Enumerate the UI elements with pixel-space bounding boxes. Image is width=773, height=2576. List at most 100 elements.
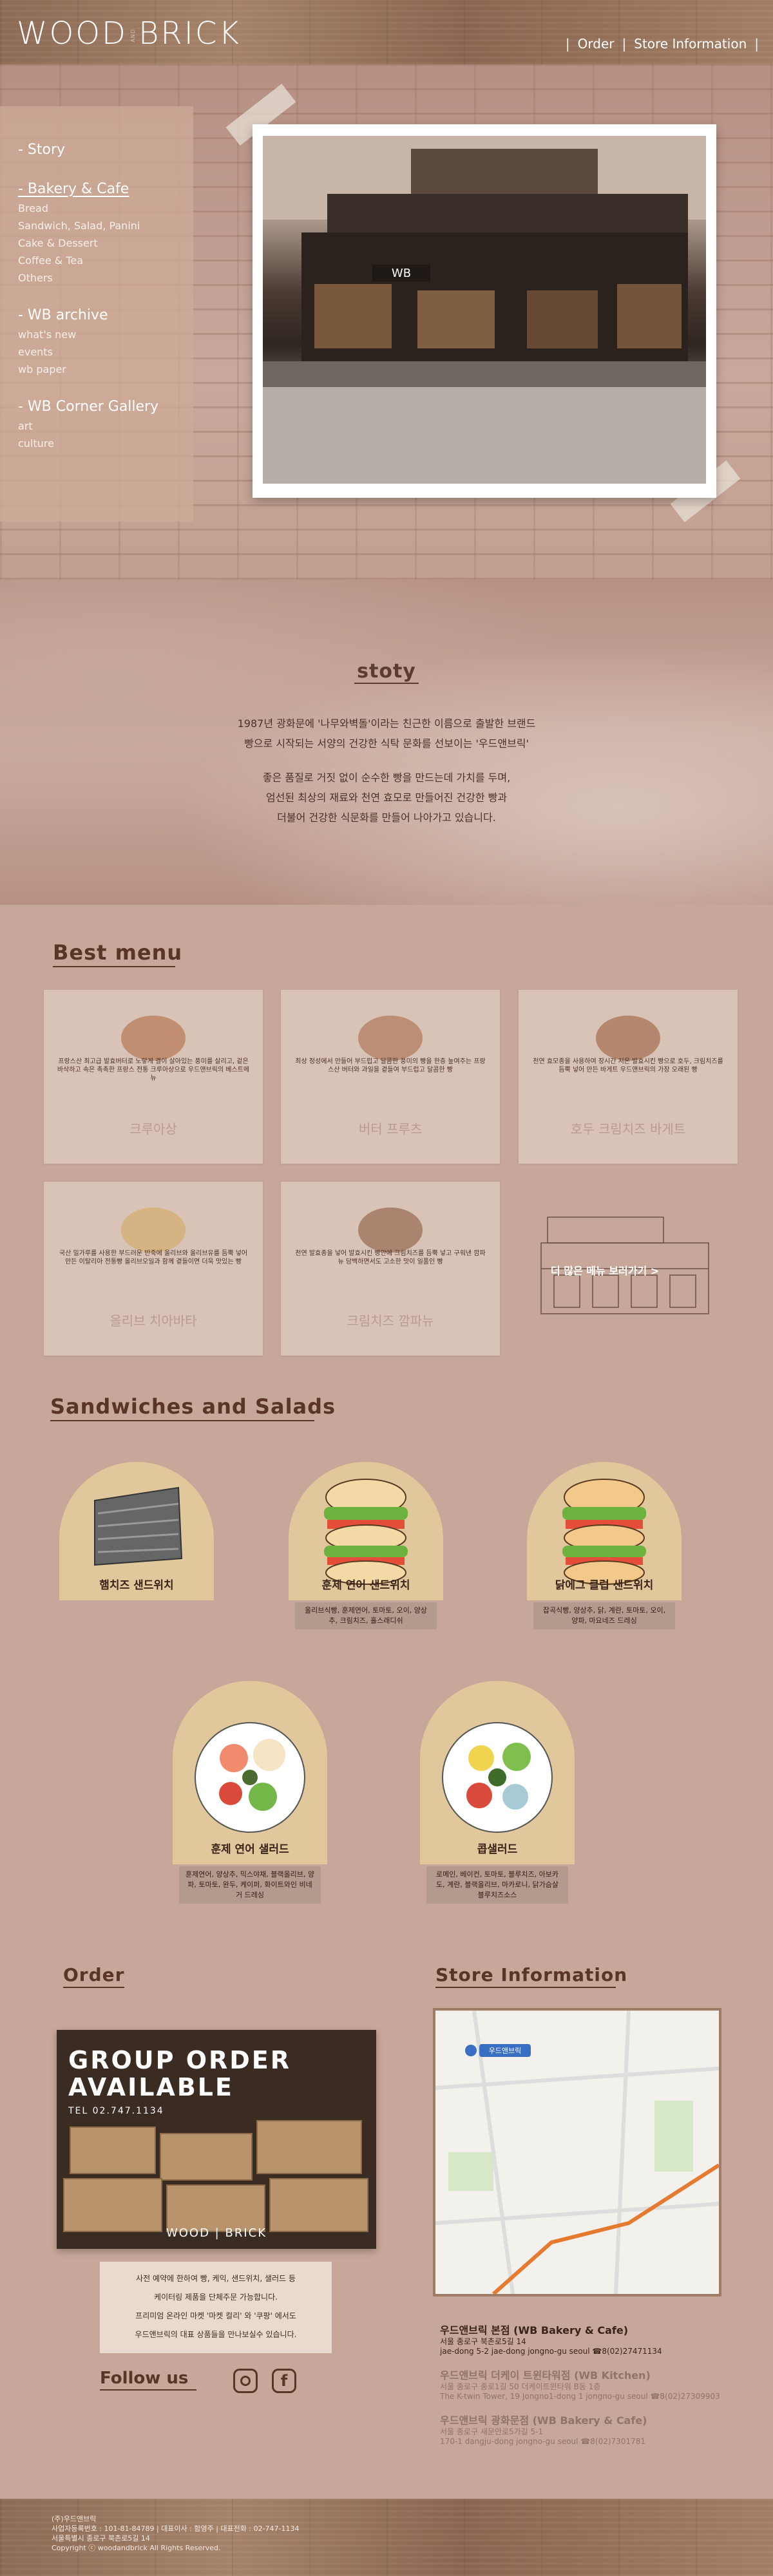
menu-card[interactable]: 천연 발효종을 넣어 발효시킨 빵안에 크림치즈를 듬뿍 넣고 구워낸 깜파뉴 … (281, 1182, 500, 1356)
group-order-banner[interactable]: GROUP ORDER AVAILABLE TEL 02.747.1134 WO… (57, 2030, 376, 2249)
bread-image (596, 1016, 660, 1061)
order-line: 케이터링 제품을 단체주문 가능합니다. (154, 2293, 278, 2302)
store-illustration: WB (263, 136, 706, 484)
banner-tel: TEL 02.747.1134 (68, 2106, 164, 2116)
store-list: 우드앤브릭 본점 (WB Bakery & Cafe) 서울 종로구 북촌로5길… (440, 2322, 736, 2457)
menu-item-bread[interactable]: Bread (18, 202, 193, 214)
box-image (70, 2126, 156, 2174)
menu-title-gallery[interactable]: - WB Corner Gallery (18, 399, 193, 415)
store-item: 우드앤브릭 광화문점 (WB Bakery & Cafe) 서울 종로구 새문안… (440, 2412, 736, 2447)
footer-line: 서울특별시 종로구 북촌로5길 14 (52, 2534, 150, 2543)
store-item: 우드앤브릭 더케이 트윈타워점 (WB Kitchen) 서울 종로구 종로1길… (440, 2367, 736, 2401)
store-address: 서울 종로구 새문안로5가길 5-1 (440, 2427, 544, 2436)
nav-separator: | (565, 36, 570, 52)
sandwich-item[interactable]: 훈제 연어 샌드위치 올리브식빵, 훈제연어, 토마토, 오이, 양상추, 크림… (289, 1462, 443, 1629)
menu-title-archive[interactable]: - WB archive (18, 307, 193, 323)
salad-item[interactable]: 콥샐러드 로메인, 베이컨, 토마토, 블루치즈, 아보카도, 계란, 블랙올리… (420, 1681, 575, 1904)
menu-item-whats-new[interactable]: what's new (18, 328, 193, 341)
store-item: 우드앤브릭 본점 (WB Bakery & Cafe) 서울 종로구 북촌로5길… (440, 2322, 736, 2356)
bread-image (358, 1208, 423, 1253)
logo-and: AND (129, 28, 136, 43)
sandwiches-title: Sandwiches and Salads (50, 1394, 336, 1421)
sandwich-name: 훈제 연어 샌드위치 (321, 1579, 410, 1592)
story-text: 1987년 광화문에 '나무와벽돌'이라는 친근한 이름으로 출발한 브랜드 빵… (193, 714, 580, 828)
side-menu: - Story - Bakery & Cafe Bread Sandwich, … (0, 106, 193, 522)
store-address: 서울 종로구 종로1길 50 더케이트윈타워 B동 1층 (440, 2382, 601, 2391)
menu-item-cake[interactable]: Cake & Dessert (18, 237, 193, 249)
order-description: 사전 예약에 한하여 빵, 케익, 샌드위치, 샐러드 등 케이터링 제품을 단… (100, 2262, 332, 2353)
cobb-salad-image (442, 1722, 553, 1833)
order-line: 사전 예약에 한하여 빵, 케익, 샌드위치, 샐러드 등 (136, 2274, 296, 2283)
site-footer: (주)우드앤브릭 사업자등록번호 : 101-81-84789 | 대표이사 :… (0, 2499, 773, 2576)
sandwich-desc: 잡곡식빵, 양상추, 닭, 계란, 토마토, 오이, 양파, 마요네즈 드레싱 (533, 1602, 675, 1629)
menu-card-name: 올리브 치아바타 (110, 1313, 197, 1329)
box-image (63, 2178, 162, 2232)
store-name: 우드앤브릭 광화문점 (WB Bakery & Cafe) (440, 2414, 647, 2427)
store-address-en: jae-dong 5-2 jae-dong jongno-gu seoul ☎8… (440, 2347, 662, 2356)
footer-line: Copyright ⓒ woodandbrick All Rights Rese… (52, 2544, 221, 2552)
bread-image (121, 1208, 186, 1253)
menu-card[interactable]: 천연 효모종을 사용하여 장시간 저온 발효시킨 빵으로 호두, 크림치즈를 듬… (519, 990, 738, 1164)
story-title: stoty (0, 660, 773, 684)
menu-card-name: 호두 크림치즈 바게트 (570, 1121, 686, 1137)
sandwich-name: 닭에그 클럽 샌드위치 (555, 1579, 654, 1592)
best-menu-title: Best menu (53, 940, 182, 967)
store-name: 우드앤브릭 본점 (WB Bakery & Cafe) (440, 2324, 629, 2336)
banner-title: GROUP ORDER AVAILABLE (68, 2046, 292, 2101)
nav-store-information[interactable]: Store Information (634, 36, 747, 52)
instagram-icon[interactable] (233, 2369, 258, 2393)
menu-title-bakery-cafe[interactable]: - Bakery & Cafe (18, 181, 193, 197)
story-line: 빵으로 시작되는 서양의 건강한 식탁 문화를 선보이는 '우드앤브릭' (244, 737, 529, 750)
menu-card[interactable]: 국산 밀가루를 사용한 부드러운 반죽에 올리브와 올리브유를 듬뿍 넣어 만든… (44, 1182, 263, 1356)
store-address-en: The K-twin Tower, 19 Jongno1-dong 1 jong… (440, 2392, 720, 2401)
menu-item-events[interactable]: events (18, 346, 193, 358)
menu-item-others[interactable]: Others (18, 272, 193, 284)
menu-item-art[interactable]: art (18, 420, 193, 432)
salad-item[interactable]: 훈제 연어 샐러드 훈제연어, 양상추, 믹스야채, 블랙올리브, 양파, 토마… (173, 1681, 327, 1904)
menu-item-wb-paper[interactable]: wb paper (18, 363, 193, 375)
bread-image (121, 1016, 186, 1061)
store-name: 우드앤브릭 더케이 트윈타워점 (WB Kitchen) (440, 2369, 651, 2382)
footer-line: (주)우드앤브릭 (52, 2515, 97, 2523)
sandwich-item[interactable]: 햄치즈 샌드위치 (59, 1462, 214, 1600)
box-image (160, 2133, 253, 2181)
follow-us-title: Follow us (100, 2369, 196, 2391)
nav-order[interactable]: Order (578, 36, 615, 52)
salad-arch (420, 1681, 575, 1864)
menu-card-desc: 국산 밀가루를 사용한 부드러운 반죽에 올리브와 올리브유를 듬뿍 넣어 만든… (59, 1250, 248, 1265)
salad-desc: 로메인, 베이컨, 토마토, 블루치즈, 아보카도, 계란, 블랙올리브, 마카… (426, 1866, 568, 1904)
logo-wood: WOOD (17, 15, 128, 52)
salad-desc: 훈제연어, 양상추, 믹스야채, 블랙올리브, 양파, 토마토, 완두, 케이퍼… (179, 1866, 321, 1904)
salmon-salad-image (195, 1722, 305, 1833)
menu-card-desc: 천연 효모종을 사용하여 장시간 저온 발효시킨 빵으로 호두, 크림치즈를 듬… (533, 1058, 723, 1074)
store-map[interactable]: 우드앤브릭 (433, 2008, 721, 2297)
sandwich-item[interactable]: 닭에그 클럽 샌드위치 잡곡식빵, 양상추, 닭, 계란, 토마토, 오이, 양… (527, 1462, 682, 1629)
menu-title-story[interactable]: - Story (18, 142, 193, 158)
map-marker-label: 우드앤브릭 (489, 2047, 522, 2055)
logo-brick: BRICK (138, 15, 241, 52)
menu-item-sandwich[interactable]: Sandwich, Salad, Panini (18, 220, 193, 232)
salad-name: 콥샐러드 (477, 1843, 518, 1856)
more-menu-link[interactable]: 더 많은 메뉴 보러가기 > (535, 1204, 728, 1320)
more-menu-label[interactable]: 더 많은 메뉴 보러가기 > (551, 1262, 659, 1278)
nav-separator: | (622, 36, 627, 52)
menu-item-coffee[interactable]: Coffee & Tea (18, 254, 193, 267)
box-image (256, 2120, 362, 2174)
menu-card-name: 버터 프루츠 (358, 1121, 423, 1137)
menu-section-gallery: - WB Corner Gallery art culture (18, 399, 193, 450)
logo[interactable]: WOOD ANDBRICK (17, 15, 241, 52)
order-line: 우드앤브릭의 대표 상품들을 만나보실수 있습니다. (135, 2330, 297, 2339)
footer-text: (주)우드앤브릭 사업자등록번호 : 101-81-84789 | 대표이사 :… (52, 2514, 300, 2553)
menu-section-archive: - WB archive what's new events wb paper (18, 307, 193, 375)
menu-item-culture[interactable]: culture (18, 437, 193, 450)
menu-card-desc: 천연 발효종을 넣어 발효시킨 빵안에 크림치즈를 듬뿍 넣고 구워낸 깜파뉴 … (295, 1250, 486, 1265)
nav-separator: | (754, 36, 759, 52)
story-line (193, 753, 580, 768)
menu-card[interactable]: 프랑스산 최고급 발효버터로 노랗게 결이 살아있는 풍미를 살리고, 겉은 바… (44, 990, 263, 1164)
store-sign: WB (392, 267, 411, 280)
store-address: 서울 종로구 북촌로5길 14 (440, 2337, 526, 2346)
facebook-icon[interactable]: f (272, 2369, 296, 2393)
menu-card[interactable]: 최상 정성에서 만들어 부드럽고 달콤한 풍미의 빵을 한층 높여주는 프랑스산… (281, 990, 500, 1164)
salad-name: 훈제 연어 샐러드 (211, 1843, 289, 1856)
sandwich-name: 햄치즈 샌드위치 (99, 1579, 174, 1592)
